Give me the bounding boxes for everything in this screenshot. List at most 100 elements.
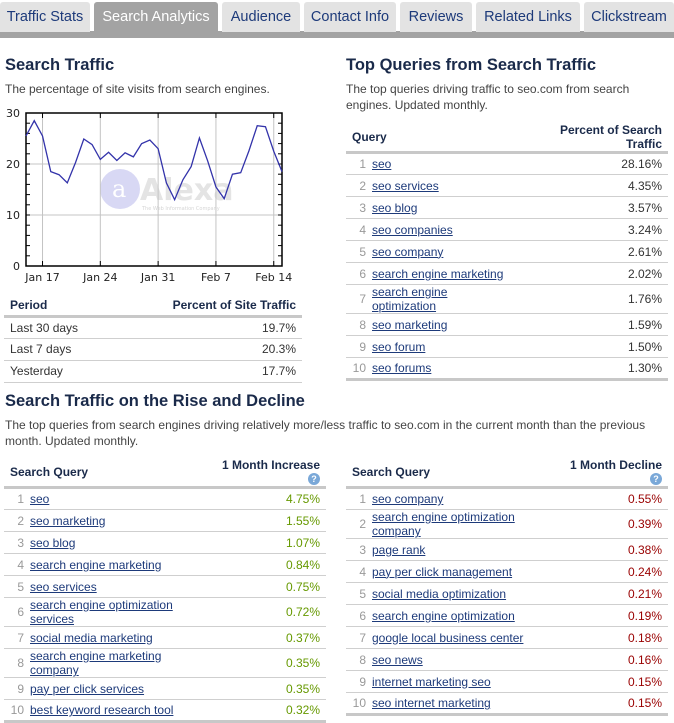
- query-value: 28.16%: [518, 153, 668, 175]
- query-cell: search engine optimization: [370, 605, 557, 627]
- query-link[interactable]: internet marketing seo: [372, 675, 491, 689]
- period-value: 19.7%: [115, 316, 302, 338]
- query-value: 1.76%: [518, 285, 668, 314]
- query-link[interactable]: search engine marketing: [372, 267, 503, 281]
- rank: 6: [346, 263, 370, 285]
- tab-contact-info[interactable]: Contact Info: [304, 2, 396, 32]
- table-row: 5seo services0.75%: [4, 576, 326, 598]
- query-value: 0.21%: [557, 583, 668, 605]
- query-link[interactable]: google local business center: [372, 631, 523, 645]
- query-link[interactable]: pay per click management: [372, 565, 512, 579]
- table-row: 8seo news0.16%: [346, 649, 668, 671]
- query-link[interactable]: seo internet marketing: [372, 696, 491, 710]
- x-tick-label: Feb 7: [201, 271, 231, 284]
- query-link[interactable]: seo company: [372, 245, 443, 259]
- query-cell: seo company: [370, 488, 557, 510]
- query-value: 1.50%: [518, 336, 668, 358]
- top-queries-title: Top Queries from Search Traffic: [346, 56, 596, 75]
- query-value: 0.55%: [557, 488, 668, 510]
- table-row: 9pay per click services0.35%: [4, 678, 326, 700]
- help-icon[interactable]: ?: [308, 473, 320, 485]
- query-cell: seo forum: [370, 336, 518, 358]
- query-value: 0.18%: [557, 627, 668, 649]
- query-link[interactable]: pay per click services: [30, 682, 144, 696]
- query-link[interactable]: seo news: [372, 653, 423, 667]
- query-link[interactable]: seo services: [30, 580, 97, 594]
- decline-query-header: Search Query: [346, 458, 557, 488]
- query-cell: seo company: [370, 241, 518, 263]
- query-value: 4.75%: [209, 488, 326, 510]
- query-link[interactable]: seo companies: [372, 223, 453, 237]
- alexa-logo-letter: a: [112, 175, 126, 203]
- query-value: 4.35%: [518, 175, 668, 197]
- query-link[interactable]: page rank: [372, 543, 425, 557]
- top-queries-description: The top queries driving traffic to seo.c…: [346, 81, 666, 113]
- query-value: 1.59%: [518, 314, 668, 336]
- query-link[interactable]: best keyword research tool: [30, 703, 173, 717]
- y-tick-label: 20: [6, 158, 20, 171]
- tab-audience[interactable]: Audience: [222, 2, 300, 32]
- table-row: 1seo28.16%: [346, 153, 668, 175]
- tab-search-analytics[interactable]: Search Analytics: [94, 2, 218, 38]
- query-link[interactable]: social media marketing: [30, 631, 153, 645]
- chart-svg: a Alexa The Web Information Company 0102…: [0, 104, 300, 289]
- increase-query-header: Search Query: [4, 458, 209, 488]
- query-link[interactable]: search engine optimization company: [372, 510, 515, 538]
- query-link[interactable]: social media optimization: [372, 587, 506, 601]
- query-value: 0.16%: [557, 649, 668, 671]
- tab-reviews[interactable]: Reviews: [400, 2, 472, 32]
- query-link[interactable]: seo marketing: [30, 514, 105, 528]
- query-link[interactable]: seo blog: [372, 201, 417, 215]
- query-value: 1.07%: [209, 532, 326, 554]
- rank: 4: [4, 554, 28, 576]
- query-link[interactable]: seo company: [372, 492, 443, 506]
- period-label: Last 7 days: [4, 338, 115, 360]
- x-tick-label: Jan 24: [82, 271, 117, 284]
- query-link[interactable]: seo marketing: [372, 318, 447, 332]
- tab-related-links[interactable]: Related Links: [476, 2, 580, 32]
- query-value: 2.02%: [518, 263, 668, 285]
- query-cell: search engine marketing: [370, 263, 518, 285]
- period-value: 20.3%: [115, 338, 302, 360]
- period-label: Last 30 days: [4, 316, 115, 338]
- query-link[interactable]: seo forums: [372, 361, 431, 375]
- query-cell: page rank: [370, 539, 557, 561]
- query-link[interactable]: seo services: [372, 179, 439, 193]
- decline-table: Search Query 1 Month Decline? 1seo compa…: [346, 458, 668, 716]
- query-link[interactable]: seo blog: [30, 536, 75, 550]
- query-link[interactable]: search engine marketing company: [30, 649, 161, 677]
- rank: 3: [346, 539, 370, 561]
- tab-traffic-stats[interactable]: Traffic Stats: [0, 2, 90, 32]
- alexa-watermark-subtitle: The Web Information Company: [141, 206, 220, 212]
- tab-bar: Traffic Stats Search Analytics Audience …: [0, 0, 674, 38]
- query-link[interactable]: search engine optimization: [372, 285, 447, 313]
- query-cell: seo services: [370, 175, 518, 197]
- rank: 2: [346, 510, 370, 539]
- table-row: 5seo company2.61%: [346, 241, 668, 263]
- alexa-watermark: a Alexa The Web Information Company: [100, 169, 233, 212]
- query-link[interactable]: seo: [30, 492, 49, 506]
- query-value: 1.30%: [518, 358, 668, 380]
- table-row: 7google local business center0.18%: [346, 627, 668, 649]
- query-value: 0.38%: [557, 539, 668, 561]
- query-value: 0.19%: [557, 605, 668, 627]
- query-cell: seo blog: [370, 197, 518, 219]
- rank: 10: [346, 358, 370, 380]
- table-row: 6search engine marketing 2.02%: [346, 263, 668, 285]
- table-row: 4search engine marketing0.84%: [4, 554, 326, 576]
- query-link[interactable]: search engine marketing: [30, 558, 161, 572]
- table-row: 1seo4.75%: [4, 488, 326, 510]
- rank: 5: [346, 241, 370, 263]
- query-link[interactable]: seo: [372, 157, 391, 171]
- query-link[interactable]: seo forum: [372, 340, 425, 354]
- tab-clickstream[interactable]: Clickstream: [584, 2, 674, 32]
- query-cell: seo companies: [370, 219, 518, 241]
- query-cell: google local business center: [370, 627, 557, 649]
- query-link[interactable]: search engine optimization services: [30, 598, 173, 626]
- table-row: 10seo forums 1.30%: [346, 358, 668, 380]
- increase-value-header: 1 Month Increase?: [209, 458, 326, 488]
- help-icon[interactable]: ?: [650, 473, 662, 485]
- query-link[interactable]: search engine optimization: [372, 609, 515, 623]
- query-value: 0.15%: [557, 671, 668, 693]
- rise-decline-title: Search Traffic on the Rise and Decline: [5, 392, 305, 411]
